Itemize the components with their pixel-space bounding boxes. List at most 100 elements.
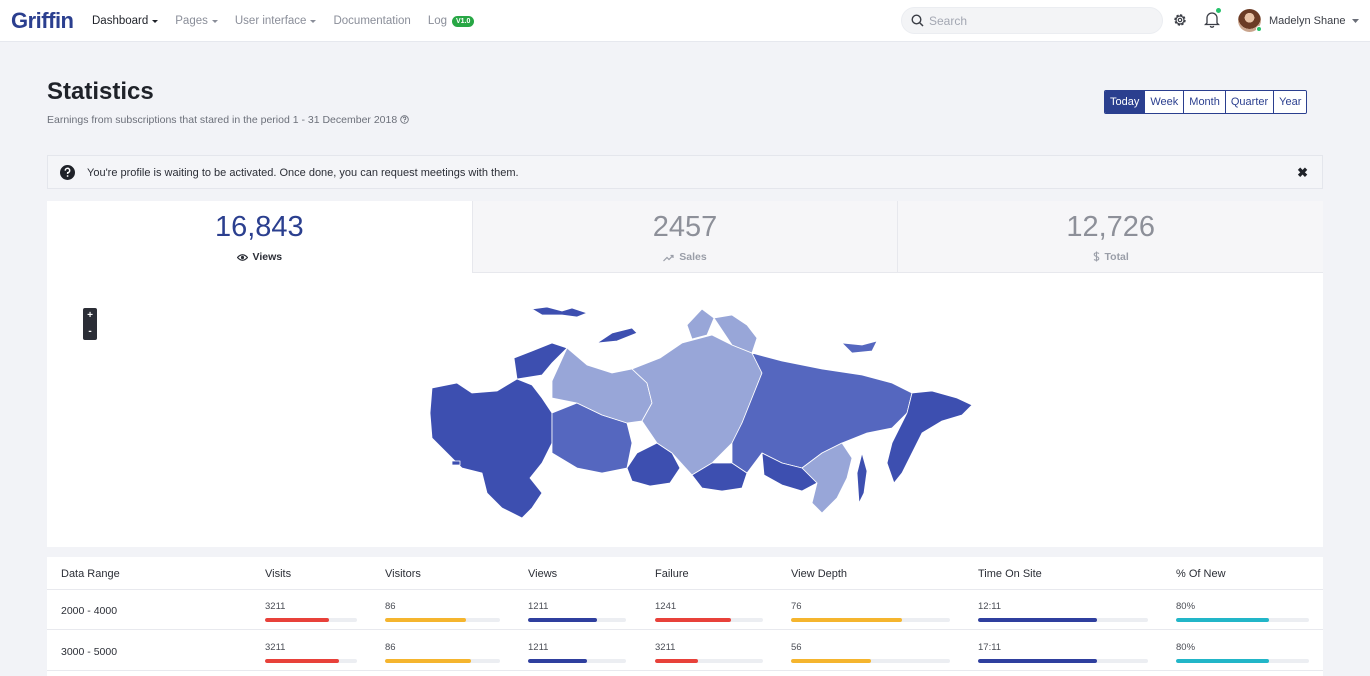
col-visitors: Visitors	[385, 568, 421, 580]
map-region-sakhalin[interactable]	[856, 452, 868, 504]
search-icon	[911, 14, 924, 27]
nav-log-label: Log	[427, 15, 448, 27]
period-week-button[interactable]: Week	[1145, 91, 1185, 113]
row-data-range: 3000 - 5000	[61, 646, 118, 658]
progress-bar	[385, 659, 500, 663]
progress-bar	[528, 659, 626, 663]
cell-value: 76	[791, 601, 802, 612]
progress-bar-fill	[655, 618, 731, 622]
table-cell: 3211	[265, 642, 357, 663]
help-circle-icon[interactable]	[400, 115, 409, 124]
progress-bar-fill	[791, 659, 871, 663]
tab-total[interactable]: 12,726 Total	[897, 201, 1324, 273]
col-time-on-site: Time On Site	[978, 568, 1042, 580]
period-month-button[interactable]: Month	[1184, 91, 1226, 113]
zoom-in-button[interactable]: +	[83, 308, 97, 324]
nav-dashboard[interactable]: Dashboard	[92, 15, 159, 27]
nav-log[interactable]: Log V1.0	[428, 15, 475, 27]
col-failure: Failure	[655, 568, 689, 580]
map-region-kaliningrad[interactable]	[451, 460, 461, 466]
search-input[interactable]	[929, 12, 1149, 29]
nav-documentation-label: Documentation	[333, 15, 411, 27]
question-circle-icon	[60, 165, 75, 180]
progress-bar	[265, 659, 357, 663]
russia-map[interactable]	[402, 303, 972, 523]
col-percent-new: % Of New	[1176, 568, 1226, 580]
close-icon[interactable]: ✖	[1297, 165, 1308, 181]
progress-bar-fill	[265, 618, 330, 622]
top-navbar: Griffin Dashboard Pages User interface D…	[0, 0, 1370, 42]
total-value: 12,726	[1066, 211, 1156, 243]
profile-alert: You're profile is waiting to be activate…	[47, 155, 1323, 189]
progress-bar-fill	[265, 659, 339, 663]
progress-bar	[655, 618, 763, 622]
nav-pages[interactable]: Pages	[175, 15, 218, 27]
nav-documentation[interactable]: Documentation	[333, 15, 410, 27]
table-cell: 80%	[1176, 642, 1309, 663]
col-data-range: Data Range	[61, 568, 120, 580]
table-cell: 56	[791, 642, 950, 663]
map-region-yamal[interactable]	[686, 308, 715, 340]
dollar-icon	[1093, 251, 1099, 262]
gear-icon[interactable]	[1172, 12, 1188, 28]
map-region-chukotka[interactable]	[841, 340, 878, 354]
progress-bar-fill	[528, 659, 587, 663]
table-cell: 86	[385, 601, 500, 622]
sales-label: Sales	[679, 251, 707, 263]
table-cell: 12:11	[978, 601, 1148, 622]
cell-value: 1211	[528, 601, 549, 612]
progress-bar	[791, 618, 950, 622]
cell-value: 86	[385, 601, 396, 612]
progress-bar-fill	[385, 618, 466, 622]
nav-pages-label: Pages	[175, 15, 208, 27]
online-status-dot	[1256, 26, 1262, 32]
table-row: 3000 - 5000 3211 86 1211 3211 56 17:11 80%	[47, 631, 1323, 671]
table-cell: 3211	[265, 601, 357, 622]
progress-bar	[978, 659, 1148, 663]
user-name[interactable]: Madelyn Shane	[1269, 15, 1345, 27]
eye-icon	[236, 254, 248, 261]
map-region-arctic-islands[interactable]	[531, 306, 588, 318]
map-region-west[interactable]	[429, 378, 553, 519]
chevron-down-icon[interactable]	[1352, 19, 1359, 23]
progress-bar-fill	[528, 618, 597, 622]
search-box[interactable]	[901, 7, 1163, 34]
cell-value: 3211	[265, 642, 286, 653]
views-label: Views	[252, 251, 283, 263]
brand-logo[interactable]: Griffin	[11, 8, 74, 34]
period-quarter-button[interactable]: Quarter	[1225, 91, 1275, 113]
page-title: Statistics	[47, 78, 154, 105]
row-data-range: 2000 - 4000	[61, 605, 118, 617]
stat-tabs: 16,843 Views 2457 Sales 12,726 Total	[47, 201, 1324, 273]
sales-value: 2457	[652, 211, 718, 243]
trend-up-icon	[663, 254, 674, 262]
progress-bar	[791, 659, 950, 663]
cell-value: 86	[385, 642, 396, 653]
progress-bar	[528, 618, 626, 622]
period-today-button[interactable]: Today	[1105, 91, 1146, 113]
cell-value: 1211	[528, 642, 549, 653]
table-cell: 17:11	[978, 642, 1148, 663]
nav-user-interface[interactable]: User interface	[235, 15, 317, 27]
table-cell: 1241	[655, 601, 763, 622]
tab-sales[interactable]: 2457 Sales	[471, 201, 898, 273]
cell-value: 80%	[1176, 642, 1196, 653]
progress-bar-fill	[978, 659, 1097, 663]
zoom-out-button[interactable]: -	[83, 324, 97, 340]
progress-bar-fill	[1176, 618, 1270, 622]
progress-bar-fill	[655, 659, 699, 663]
page-subtitle-text: Earnings from subscriptions that stared …	[47, 114, 398, 126]
tab-views[interactable]: 16,843 Views	[47, 201, 472, 273]
alert-message: You're profile is waiting to be activate…	[87, 167, 519, 179]
views-label-row: Views	[47, 251, 472, 263]
cell-value: 80%	[1176, 601, 1196, 612]
cell-value: 3211	[655, 642, 676, 653]
nav-user-interface-label: User interface	[234, 15, 307, 27]
cell-value: 56	[791, 642, 802, 653]
progress-bar	[1176, 659, 1309, 663]
period-year-button[interactable]: Year	[1274, 91, 1307, 113]
progress-bar	[655, 659, 763, 663]
table-cell: 3211	[655, 642, 763, 663]
table-cell: 86	[385, 642, 500, 663]
map-region-novaya-zemlya[interactable]	[596, 327, 638, 344]
